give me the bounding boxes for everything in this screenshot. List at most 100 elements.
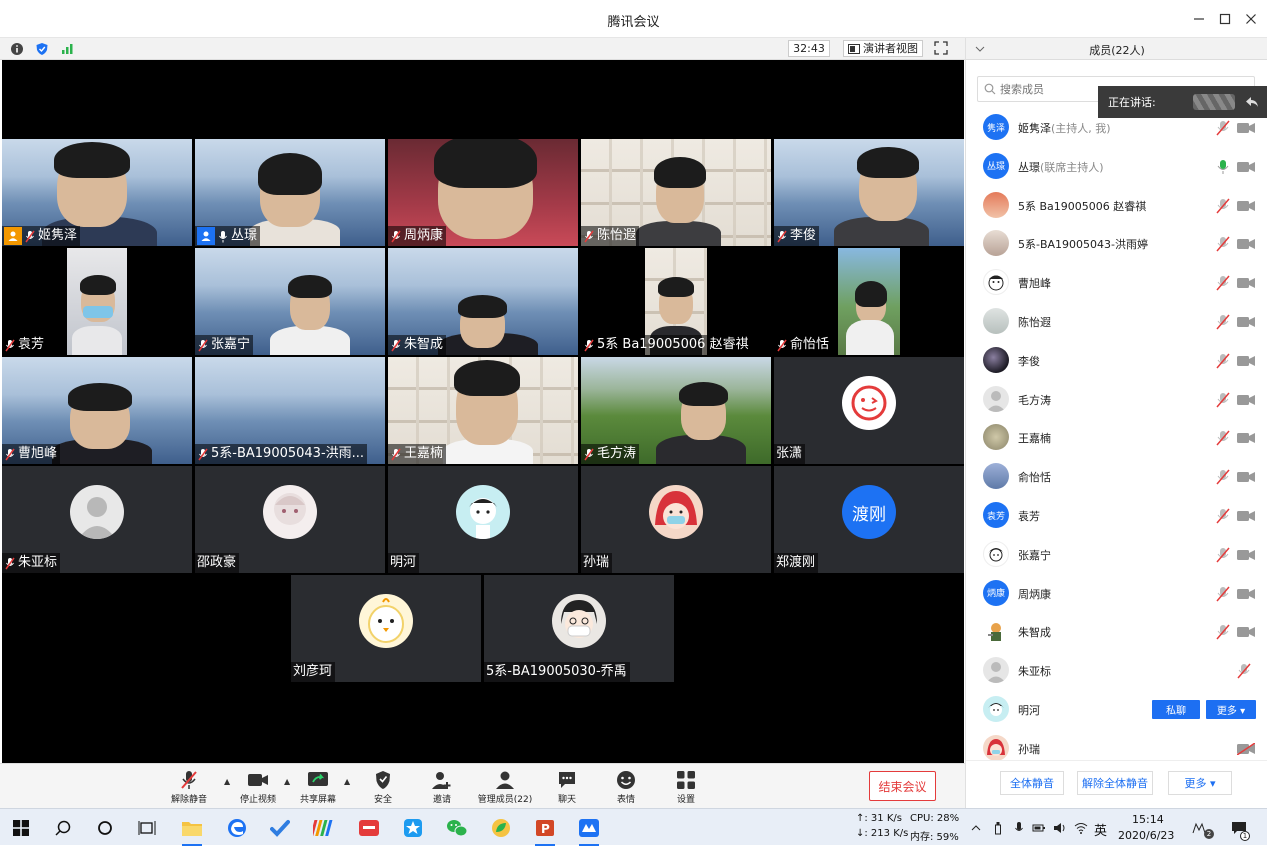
video-tile[interactable]: 俞怡恬 xyxy=(774,248,964,355)
camera-icon[interactable] xyxy=(1237,394,1255,406)
camera-icon[interactable] xyxy=(1237,432,1255,444)
mic-active-icon[interactable] xyxy=(1216,159,1230,175)
mic-muted-icon[interactable] xyxy=(1216,624,1230,640)
camera-icon[interactable] xyxy=(1237,588,1255,600)
member-row[interactable]: 炳康 周炳康 xyxy=(966,575,1267,613)
speaker-view-button[interactable]: 演讲者视图 xyxy=(843,40,923,57)
video-tile[interactable]: 5系-BA19005043-洪雨... xyxy=(195,357,385,464)
video-tile[interactable]: 渡刚 郑渡刚 xyxy=(774,466,964,573)
usb-icon[interactable] xyxy=(991,821,1005,835)
video-tile[interactable]: 丛璟 xyxy=(195,139,385,246)
edge-browser-app[interactable] xyxy=(225,816,249,840)
member-row[interactable]: 丛璟 丛璟(联席主持人) xyxy=(966,148,1267,186)
red-app[interactable] xyxy=(357,816,381,840)
video-tile[interactable]: 朱智成 xyxy=(388,248,578,355)
video-tile[interactable]: 朱亚标 xyxy=(2,466,192,573)
video-tile[interactable]: 张潇 xyxy=(774,357,964,464)
wechat-app[interactable] xyxy=(445,816,469,840)
shield-icon[interactable] xyxy=(34,41,50,57)
camera-off-icon[interactable] xyxy=(1237,742,1255,755)
cortana-button[interactable] xyxy=(93,816,117,840)
video-tile[interactable]: 刘彦珂 xyxy=(291,575,481,682)
chevron-up-icon[interactable] xyxy=(969,821,983,835)
info-icon[interactable] xyxy=(9,41,25,57)
mic-muted-icon[interactable] xyxy=(1216,469,1230,485)
fullscreen-button[interactable] xyxy=(934,41,950,57)
member-row[interactable]: 曹旭峰 xyxy=(966,264,1267,302)
invite-button[interactable]: 邀请 xyxy=(412,770,472,808)
more-actions-button[interactable]: 更多 ▾ xyxy=(1168,771,1232,795)
stripes-app[interactable] xyxy=(311,816,335,840)
camera-icon[interactable] xyxy=(1237,316,1255,328)
input-method-indicator[interactable]: 英 xyxy=(1094,820,1107,839)
camera-icon[interactable] xyxy=(1237,626,1255,638)
private-chat-button[interactable]: 私聊 xyxy=(1152,700,1200,719)
video-tile[interactable]: 李俊 xyxy=(774,139,964,246)
camera-icon[interactable] xyxy=(1237,471,1255,483)
video-tile[interactable]: 毛方涛 xyxy=(581,357,771,464)
camera-icon[interactable] xyxy=(1237,277,1255,289)
microphone-icon[interactable] xyxy=(1012,821,1026,835)
camera-icon[interactable] xyxy=(1237,510,1255,522)
member-row[interactable]: 陈怡遐 xyxy=(966,303,1267,341)
camera-icon[interactable] xyxy=(1237,238,1255,250)
reactions-button[interactable]: 表情 xyxy=(596,770,656,808)
mute-all-button[interactable]: 全体静音 xyxy=(1000,771,1064,795)
member-row[interactable]: 5系-BA19005043-洪雨婷 xyxy=(966,225,1267,263)
wifi-icon[interactable] xyxy=(1074,821,1088,835)
tencent-meeting-app[interactable] xyxy=(577,816,601,846)
camera-icon[interactable] xyxy=(1237,355,1255,367)
mic-muted-icon[interactable] xyxy=(1216,275,1230,291)
battery-icon[interactable] xyxy=(1032,821,1046,835)
reply-icon[interactable] xyxy=(1245,96,1259,108)
mic-muted-icon[interactable] xyxy=(1216,120,1230,136)
mic-muted-icon[interactable] xyxy=(1216,586,1230,602)
video-tile[interactable]: 张嘉宁 xyxy=(195,248,385,355)
video-tile[interactable]: 明河 xyxy=(388,466,578,573)
unmute-button[interactable]: 解除静音 xyxy=(159,770,219,808)
unmute-all-button[interactable]: 解除全体静音 xyxy=(1077,771,1153,795)
video-tile[interactable]: 姬隽泽 xyxy=(2,139,192,246)
member-row[interactable]: 俞怡恬 xyxy=(966,458,1267,496)
powerpoint-app[interactable]: P xyxy=(533,816,557,846)
video-tile[interactable]: 王嘉楠 xyxy=(388,357,578,464)
video-tile[interactable]: 曹旭峰 xyxy=(2,357,192,464)
todo-app[interactable] xyxy=(268,816,292,840)
minimize-button[interactable] xyxy=(1188,8,1210,30)
mic-muted-icon[interactable] xyxy=(1216,508,1230,524)
member-row[interactable]: 朱智成 xyxy=(966,613,1267,651)
mic-muted-icon[interactable] xyxy=(1237,663,1251,679)
settings-button[interactable]: 设置 xyxy=(656,770,716,808)
member-row[interactable]: 5系 Ba19005006 赵睿祺 xyxy=(966,187,1267,225)
member-row[interactable]: 毛方涛 xyxy=(966,381,1267,419)
camera-icon[interactable] xyxy=(1237,549,1255,561)
member-row[interactable]: 王嘉楠 xyxy=(966,419,1267,457)
end-meeting-button[interactable]: 结束会议 xyxy=(869,771,936,801)
mic-muted-icon[interactable] xyxy=(1216,314,1230,330)
video-tile[interactable]: 5系 Ba19005006 赵睿祺 xyxy=(581,248,771,355)
mic-muted-icon[interactable] xyxy=(1216,430,1230,446)
maximize-button[interactable] xyxy=(1214,8,1236,30)
member-row[interactable]: 李俊 xyxy=(966,342,1267,380)
member-row[interactable]: 张嘉宁 xyxy=(966,536,1267,574)
file-explorer-app[interactable] xyxy=(180,816,204,846)
signal-strength-icon[interactable] xyxy=(59,41,75,57)
camera-icon[interactable] xyxy=(1237,200,1255,212)
stop-video-button[interactable]: 停止视频 xyxy=(228,770,288,808)
clock-date[interactable]: 2020/6/23 xyxy=(1118,829,1174,842)
mic-muted-icon[interactable] xyxy=(1216,353,1230,369)
star-app[interactable] xyxy=(401,816,425,840)
video-tile[interactable]: 陈怡遐 xyxy=(581,139,771,246)
member-row[interactable]: 袁芳 袁芳 xyxy=(966,497,1267,535)
member-row[interactable]: 明河 私聊 更多 ▾ xyxy=(966,691,1267,729)
share-screen-button[interactable]: 共享屏幕 xyxy=(288,770,348,808)
clock-time[interactable]: 15:14 xyxy=(1132,813,1164,826)
camera-icon[interactable] xyxy=(1237,122,1255,134)
mic-muted-icon[interactable] xyxy=(1216,547,1230,563)
member-row[interactable]: 朱亚标 xyxy=(966,652,1267,690)
video-tile[interactable]: 邵政豪 xyxy=(195,466,385,573)
video-tile[interactable]: 5系-BA19005030-乔禹 xyxy=(484,575,674,682)
windows-start-button[interactable] xyxy=(9,816,33,840)
green-app[interactable] xyxy=(489,816,513,840)
volume-icon[interactable] xyxy=(1053,821,1067,835)
